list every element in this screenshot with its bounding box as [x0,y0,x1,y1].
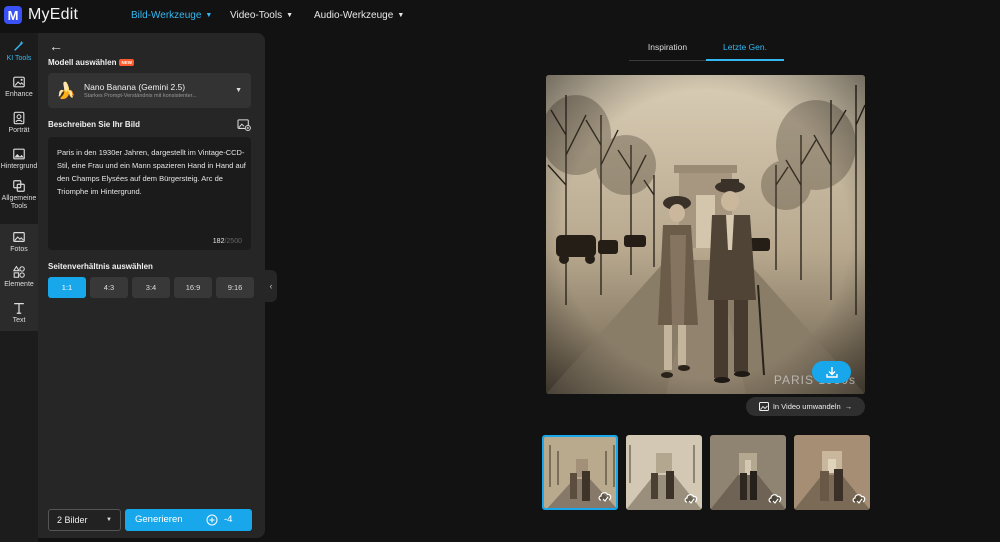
tab-inspiration[interactable]: Inspiration [629,40,706,61]
thumbnail-3[interactable] [710,435,786,510]
convert-to-video-button[interactable]: In Video umwandeln → [746,397,865,416]
credit-icon [206,514,218,526]
rail-label: Allgemeine Tools [1,195,37,210]
cloud-save-icon[interactable] [683,490,699,506]
collapse-panel-handle[interactable]: ‹ [265,270,277,302]
model-heading-text: Modell auswählen [48,58,117,67]
char-max: /2500 [224,238,242,245]
nav-audio-werkzeuge[interactable]: Audio-Werkzeuge ▼ [314,10,404,21]
elements-icon [12,265,25,278]
cloud-save-icon[interactable] [767,490,783,506]
prompt-heading: Beschreiben Sie Ihr Bild [48,120,141,129]
ratio-3-4-button[interactable]: 3:4 [132,277,170,298]
thumbnail-4[interactable] [794,435,870,510]
result-tabs: Inspiration Letzte Gen. [629,40,784,61]
arrow-right-icon: → [844,402,853,411]
prompt-text: Paris in den 1930er Jahren, dargestellt … [57,148,246,196]
download-icon [825,367,838,378]
thumbnail-1[interactable] [542,435,618,510]
model-description: Starkes Prompt-Verständnis mit konsisten… [84,93,197,99]
image-count-select[interactable]: 2 Bilder ▼ [48,509,121,531]
chevron-down-icon: ▼ [205,12,213,19]
rail-label: Hintergrund [0,163,38,170]
chevron-down-icon: ▼ [397,12,405,19]
ki-tools-panel: ← Modell auswählen NEW 🍌 Nano Banana (Gem… [38,33,265,538]
char-count: 182 [212,238,225,245]
ratio-heading: Seitenverhältnis auswählen [48,262,153,271]
app-logo[interactable]: M MyEdit [4,6,78,24]
rail-label: Enhance [5,91,33,98]
ratio-16-9-button[interactable]: 16:9 [174,277,212,298]
nav-label: Audio-Werkzeuge [314,10,394,21]
thumbnail-2[interactable] [626,435,702,510]
model-select[interactable]: 🍌 Nano Banana (Gemini 2.5) Starkes Promp… [48,73,251,108]
rail-item-enhance[interactable]: Enhance [0,75,38,99]
cloud-save-icon[interactable] [597,488,613,504]
ratio-1-1-button[interactable]: 1:1 [48,277,86,298]
rail-item-portraet[interactable]: Porträt [0,111,38,135]
rail-label: Porträt [8,127,30,134]
chevron-down-icon: ▼ [286,12,294,19]
rail-label: Elemente [4,281,34,288]
generate-label: Generieren [135,514,183,525]
rail-item-hintergrund[interactable]: Hintergrund [0,147,38,171]
download-button[interactable] [812,361,851,383]
photos-icon [13,232,25,242]
chevron-left-icon: ‹ [269,281,273,291]
char-counter: 182/2500 [213,238,242,245]
ratio-9-16-button[interactable]: 9:16 [216,277,254,298]
rail-label: Fotos [10,246,28,253]
prompt-textarea[interactable]: Paris in den 1930er Jahren, dargestellt … [48,137,251,250]
paris-1930s-photo [546,75,865,394]
ratio-options: 1:1 4:3 3:4 16:9 9:16 [48,277,254,298]
new-badge: NEW [119,59,134,67]
credit-cost: -4 [224,514,233,525]
rail-item-allgemeine-tools[interactable]: Allgemeine Tools [0,179,38,210]
banana-icon: 🍌 [56,83,76,100]
model-heading: Modell auswählen NEW [48,58,134,67]
rail-item-fotos[interactable]: Fotos [0,230,38,254]
convert-to-video-label: In Video umwandeln [772,402,841,411]
rail-item-elemente[interactable]: Elemente [0,265,38,289]
text-icon [14,303,24,314]
tab-letzte-gen[interactable]: Letzte Gen. [706,40,784,61]
nav-label: Bild-Werkzeuge [131,10,202,21]
app-name: MyEdit [28,6,79,23]
rail-item-ki-tools[interactable]: KI Tools [0,39,38,63]
enhance-icon [13,76,25,88]
portrait-icon [13,111,25,125]
myedit-logo-icon: M [4,6,22,24]
left-rail: KI Tools Enhance Porträt Hintergrund All… [0,33,38,542]
image-prompt-icon[interactable] [237,119,251,131]
general-tools-icon [13,180,25,192]
nav-label: Video-Tools [230,10,283,21]
top-bar: M MyEdit Bild-Werkzeuge ▼ Video-Tools ▼ … [0,0,1000,33]
background-icon [13,148,25,160]
image-count-value: 2 Bilder [57,515,88,525]
rail-label: Text [12,317,26,324]
ratio-4-3-button[interactable]: 4:3 [90,277,128,298]
generate-button[interactable]: Generieren -4 [125,509,252,531]
nav-bild-werkzeuge[interactable]: Bild-Werkzeuge ▼ [131,10,212,21]
nav-video-tools[interactable]: Video-Tools ▼ [230,10,293,21]
generated-image[interactable]: PARIS 1930s [546,75,865,394]
chevron-down-icon: ▼ [235,87,242,94]
back-arrow-icon[interactable]: ← [49,38,63,54]
model-name: Nano Banana (Gemini 2.5) [84,82,186,92]
cloud-save-icon[interactable] [851,490,867,506]
magic-wand-icon [14,40,24,51]
rail-item-text[interactable]: Text [0,301,38,325]
rail-label: KI Tools [6,55,32,62]
image-icon [758,402,769,411]
chevron-down-icon: ▼ [106,517,112,523]
